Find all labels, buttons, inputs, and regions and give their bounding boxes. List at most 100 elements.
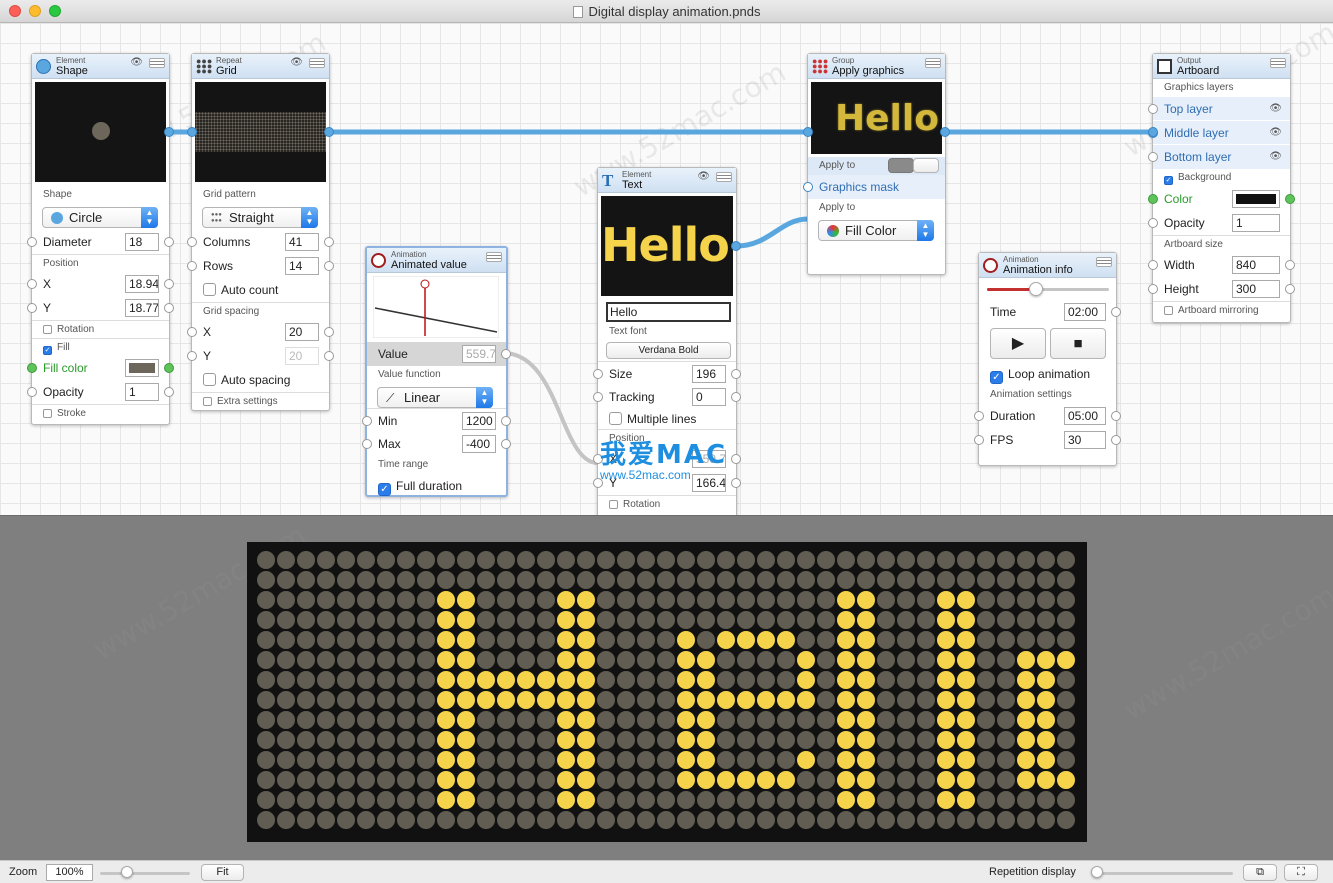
opacity-out-port[interactable]: [164, 387, 174, 397]
fps-out-port[interactable]: [1111, 435, 1121, 445]
value-function-select[interactable]: ⟋ Linear ▲ ▼: [377, 387, 493, 408]
time-field[interactable]: 02:00: [1064, 303, 1106, 321]
x-out-port[interactable]: [164, 279, 174, 289]
fill-color-well[interactable]: [125, 359, 159, 377]
mask-mode-button[interactable]: [913, 158, 939, 173]
grid-output-port[interactable]: [324, 127, 334, 137]
y-out-port[interactable]: [164, 303, 174, 313]
menu-icon[interactable]: [925, 58, 941, 68]
animation-info-node[interactable]: Animation Animation info Time 02:00 ▶ ■ ✓…: [974, 252, 1121, 466]
close-window-button[interactable]: [9, 5, 21, 17]
duration-in-port[interactable]: [974, 411, 984, 421]
text-node[interactable]: T Element Text 👁 Hello Hello Text font V…: [593, 167, 741, 515]
fit-button[interactable]: Fit: [201, 864, 244, 881]
spacing-x-field[interactable]: 20: [285, 323, 319, 341]
layer-top[interactable]: Top layer 👁: [1148, 97, 1290, 121]
eye-icon[interactable]: 👁: [1269, 97, 1282, 121]
zoom-slider-track[interactable]: [100, 872, 190, 875]
extra-settings-checkbox[interactable]: [203, 397, 212, 406]
stop-button[interactable]: ■: [1050, 328, 1106, 359]
diameter-out-port[interactable]: [164, 237, 174, 247]
full-duration-checkbox[interactable]: ✓: [378, 483, 391, 496]
size-field[interactable]: 196: [692, 365, 726, 383]
node-canvas[interactable]: www.52mac.com www.52mac.com www.52mac.co…: [0, 23, 1333, 515]
multiple-lines-checkbox[interactable]: [609, 412, 622, 425]
shape-output-port[interactable]: [164, 127, 174, 137]
duration-out-port[interactable]: [1111, 411, 1121, 421]
menu-icon[interactable]: [1096, 257, 1112, 267]
width-in-port[interactable]: [1148, 260, 1158, 270]
shape-node[interactable]: Element Shape 👁 Shape Circle ▲ ▼ Diameter 1…: [27, 53, 174, 425]
node-header[interactable]: T Element Text 👁: [598, 168, 736, 193]
spacing-y-in-port[interactable]: [187, 351, 197, 361]
width-out-port[interactable]: [1285, 260, 1295, 270]
apply-graphics-node[interactable]: ●●● ●●● ●●● Group Apply graphics Hello App…: [803, 53, 950, 275]
diameter-in-port[interactable]: [27, 237, 37, 247]
x-field[interactable]: 559.7: [692, 450, 726, 468]
time-slider[interactable]: [979, 278, 1116, 300]
fill-color-in-port[interactable]: [27, 363, 37, 373]
rows-in-port[interactable]: [187, 261, 197, 271]
color-in-port[interactable]: [1148, 194, 1158, 204]
artboard-input-port[interactable]: [1148, 127, 1158, 137]
time-out-port[interactable]: [1111, 307, 1121, 317]
rotation-checkbox[interactable]: [43, 325, 52, 334]
max-in-port[interactable]: [362, 439, 372, 449]
loop-animation-checkbox[interactable]: ✓: [990, 371, 1003, 384]
fill-color-out-port[interactable]: [164, 363, 174, 373]
max-field[interactable]: -400: [462, 435, 496, 453]
height-out-port[interactable]: [1285, 284, 1295, 294]
repetition-slider-track[interactable]: [1093, 872, 1233, 875]
diameter-field[interactable]: 18: [125, 233, 159, 251]
columns-out-port[interactable]: [324, 237, 334, 247]
artboard-mirroring-checkbox[interactable]: [1164, 306, 1173, 315]
grid-node[interactable]: ●●● ●●● ●●● Repeat Grid 👁 Grid pattern ●●●…: [187, 53, 334, 411]
x-in-port[interactable]: [593, 454, 603, 464]
size-out-port[interactable]: [731, 369, 741, 379]
layer-bottom[interactable]: Bottom layer 👁: [1148, 145, 1290, 169]
color-well[interactable]: [1232, 190, 1280, 208]
min-field[interactable]: 1200: [462, 412, 496, 430]
font-button[interactable]: Verdana Bold: [606, 342, 731, 359]
present-button[interactable]: ⧉: [1243, 864, 1277, 881]
tracking-field[interactable]: 0: [692, 388, 726, 406]
tracking-out-port[interactable]: [731, 392, 741, 402]
play-button[interactable]: ▶: [990, 328, 1046, 359]
rows-out-port[interactable]: [324, 261, 334, 271]
opacity-field[interactable]: 1: [1232, 214, 1280, 232]
top-layer-in-port[interactable]: [1148, 104, 1158, 114]
shape-select[interactable]: Circle ▲ ▼: [42, 207, 158, 228]
auto-count-checkbox[interactable]: [203, 283, 216, 296]
height-in-port[interactable]: [1148, 284, 1158, 294]
menu-icon[interactable]: [486, 252, 502, 262]
rows-field[interactable]: 14: [285, 257, 319, 275]
background-checkbox[interactable]: ✓: [1164, 176, 1173, 185]
apply-input-port[interactable]: [803, 127, 813, 137]
fill-checkbox[interactable]: ✓: [43, 346, 52, 355]
y-in-port[interactable]: [27, 303, 37, 313]
apply-to-select[interactable]: Fill Color ▲ ▼: [818, 220, 934, 241]
menu-icon[interactable]: [149, 58, 165, 68]
opacity-in-port[interactable]: [1148, 218, 1158, 228]
menu-icon[interactable]: [1270, 58, 1286, 68]
opacity-in-port[interactable]: [27, 387, 37, 397]
zoom-field[interactable]: 100%: [46, 864, 93, 881]
node-header[interactable]: Animation Animated value: [367, 248, 506, 273]
grid-input-port[interactable]: [187, 127, 197, 137]
columns-in-port[interactable]: [187, 237, 197, 247]
tracking-in-port[interactable]: [593, 392, 603, 402]
x-field[interactable]: 18.94: [125, 275, 159, 293]
opacity-field[interactable]: 1: [125, 383, 159, 401]
height-field[interactable]: 300: [1232, 280, 1280, 298]
eye-icon[interactable]: 👁: [130, 57, 143, 68]
min-in-port[interactable]: [362, 416, 372, 426]
rotation-checkbox[interactable]: [609, 500, 618, 509]
eye-icon[interactable]: 👁: [1269, 145, 1282, 169]
animated-value-node[interactable]: Animation Animated value Value 559.7 Valu…: [362, 246, 511, 497]
fps-field[interactable]: 30: [1064, 431, 1106, 449]
columns-field[interactable]: 41: [285, 233, 319, 251]
x-out-port[interactable]: [731, 454, 741, 464]
max-out-port[interactable]: [501, 439, 511, 449]
y-out-port[interactable]: [731, 478, 741, 488]
y-in-port[interactable]: [593, 478, 603, 488]
